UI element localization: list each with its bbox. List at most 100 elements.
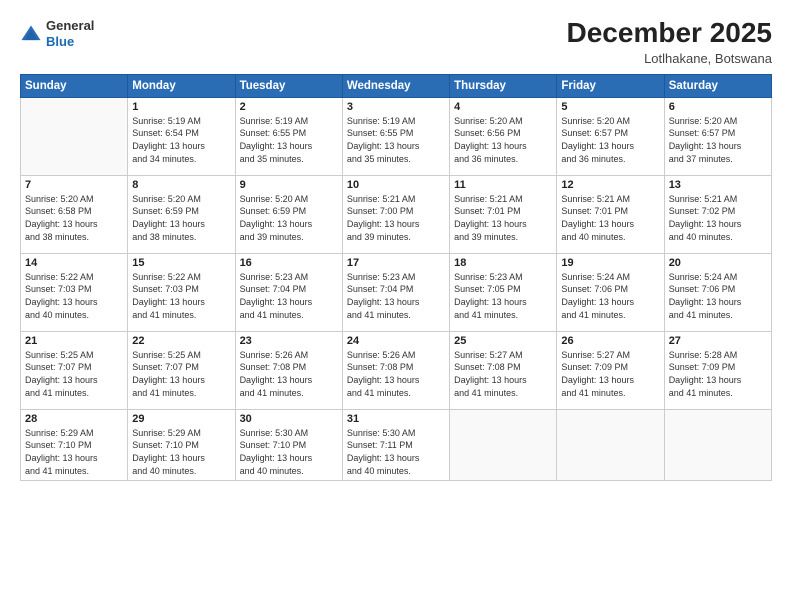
day-number: 24 (347, 335, 445, 347)
col-thursday: Thursday (450, 74, 557, 97)
col-sunday: Sunday (21, 74, 128, 97)
calendar-cell: 14 Sunrise: 5:22 AM Sunset: 7:03 PM Dayli… (21, 253, 128, 331)
day-number: 7 (25, 179, 123, 191)
calendar-cell: 7 Sunrise: 5:20 AM Sunset: 6:58 PM Daylig… (21, 175, 128, 253)
day-info: Sunrise: 5:26 AM Sunset: 7:08 PM Dayligh… (347, 349, 445, 399)
calendar-cell: 31 Sunrise: 5:30 AM Sunset: 7:11 PM Dayli… (342, 409, 449, 480)
day-number: 19 (561, 257, 659, 269)
calendar-cell: 17Sunrise: 5:23 AM Sunset: 7:04 PM Dayli… (342, 253, 449, 331)
calendar-cell: 15 Sunrise: 5:22 AM Sunset: 7:03 PM Dayli… (128, 253, 235, 331)
day-number: 15 (132, 257, 230, 269)
logo-icon (20, 24, 42, 46)
day-info: Sunrise: 5:22 AM Sunset: 7:03 PM Dayligh… (25, 271, 123, 321)
day-number: 31 (347, 413, 445, 425)
logo-blue: Blue (46, 34, 94, 50)
calendar-cell: 9 Sunrise: 5:20 AM Sunset: 6:59 PM Daylig… (235, 175, 342, 253)
day-info: Sunrise: 5:29 AM Sunset: 7:10 PM Dayligh… (25, 427, 123, 477)
day-info: Sunrise: 5:20 AM Sunset: 6:59 PM Dayligh… (240, 193, 338, 243)
calendar-cell: 26Sunrise: 5:27 AM Sunset: 7:09 PM Dayli… (557, 331, 664, 409)
day-info: Sunrise: 5:27 AM Sunset: 7:09 PM Dayligh… (561, 349, 659, 399)
header-row: Sunday Monday Tuesday Wednesday Thursday… (21, 74, 772, 97)
day-info: Sunrise: 5:19 AM Sunset: 6:54 PM Dayligh… (132, 115, 230, 165)
col-tuesday: Tuesday (235, 74, 342, 97)
calendar-cell: 19 Sunrise: 5:24 AM Sunset: 7:06 PM Dayli… (557, 253, 664, 331)
calendar-cell: 30Sunrise: 5:30 AM Sunset: 7:10 PM Dayli… (235, 409, 342, 480)
col-friday: Friday (557, 74, 664, 97)
day-info: Sunrise: 5:24 AM Sunset: 7:06 PM Dayligh… (561, 271, 659, 321)
day-number: 23 (240, 335, 338, 347)
calendar: Sunday Monday Tuesday Wednesday Thursday… (20, 74, 772, 481)
day-info: Sunrise: 5:20 AM Sunset: 6:58 PM Dayligh… (25, 193, 123, 243)
day-info: Sunrise: 5:20 AM Sunset: 6:56 PM Dayligh… (454, 115, 552, 165)
calendar-cell: 11 Sunrise: 5:21 AM Sunset: 7:01 PM Dayli… (450, 175, 557, 253)
day-info: Sunrise: 5:25 AM Sunset: 7:07 PM Dayligh… (25, 349, 123, 399)
day-number: 1 (132, 101, 230, 113)
day-info: Sunrise: 5:21 AM Sunset: 7:01 PM Dayligh… (454, 193, 552, 243)
day-info: Sunrise: 5:19 AM Sunset: 6:55 PM Dayligh… (347, 115, 445, 165)
day-info: Sunrise: 5:30 AM Sunset: 7:11 PM Dayligh… (347, 427, 445, 477)
week-row-3: 21 Sunrise: 5:25 AM Sunset: 7:07 PM Dayli… (21, 331, 772, 409)
day-info: Sunrise: 5:20 AM Sunset: 6:59 PM Dayligh… (132, 193, 230, 243)
month-title: December 2025 (567, 18, 772, 49)
calendar-cell: 22 Sunrise: 5:25 AM Sunset: 7:07 PM Dayli… (128, 331, 235, 409)
day-number: 11 (454, 179, 552, 191)
day-info: Sunrise: 5:20 AM Sunset: 6:57 PM Dayligh… (561, 115, 659, 165)
calendar-cell: 20Sunrise: 5:24 AM Sunset: 7:06 PM Dayli… (664, 253, 771, 331)
calendar-cell: 4 Sunrise: 5:20 AM Sunset: 6:56 PM Daylig… (450, 97, 557, 175)
day-info: Sunrise: 5:30 AM Sunset: 7:10 PM Dayligh… (240, 427, 338, 477)
calendar-cell: 8 Sunrise: 5:20 AM Sunset: 6:59 PM Daylig… (128, 175, 235, 253)
calendar-cell: 29 Sunrise: 5:29 AM Sunset: 7:10 PM Dayli… (128, 409, 235, 480)
day-info: Sunrise: 5:23 AM Sunset: 7:04 PM Dayligh… (347, 271, 445, 321)
col-wednesday: Wednesday (342, 74, 449, 97)
day-number: 29 (132, 413, 230, 425)
day-info: Sunrise: 5:19 AM Sunset: 6:55 PM Dayligh… (240, 115, 338, 165)
calendar-cell: 28 Sunrise: 5:29 AM Sunset: 7:10 PM Dayli… (21, 409, 128, 480)
col-monday: Monday (128, 74, 235, 97)
day-number: 12 (561, 179, 659, 191)
logo-general: General (46, 18, 94, 34)
day-info: Sunrise: 5:25 AM Sunset: 7:07 PM Dayligh… (132, 349, 230, 399)
day-number: 27 (669, 335, 767, 347)
calendar-cell: 3Sunrise: 5:19 AM Sunset: 6:55 PM Daylig… (342, 97, 449, 175)
day-info: Sunrise: 5:28 AM Sunset: 7:09 PM Dayligh… (669, 349, 767, 399)
calendar-cell: 10Sunrise: 5:21 AM Sunset: 7:00 PM Dayli… (342, 175, 449, 253)
day-info: Sunrise: 5:26 AM Sunset: 7:08 PM Dayligh… (240, 349, 338, 399)
day-info: Sunrise: 5:29 AM Sunset: 7:10 PM Dayligh… (132, 427, 230, 477)
day-number: 13 (669, 179, 767, 191)
title-block: December 2025 Lotlhakane, Botswana (567, 18, 772, 66)
day-number: 8 (132, 179, 230, 191)
day-info: Sunrise: 5:22 AM Sunset: 7:03 PM Dayligh… (132, 271, 230, 321)
day-number: 6 (669, 101, 767, 113)
day-info: Sunrise: 5:23 AM Sunset: 7:04 PM Dayligh… (240, 271, 338, 321)
day-number: 2 (240, 101, 338, 113)
week-row-4: 28 Sunrise: 5:29 AM Sunset: 7:10 PM Dayli… (21, 409, 772, 480)
day-number: 20 (669, 257, 767, 269)
day-number: 28 (25, 413, 123, 425)
col-saturday: Saturday (664, 74, 771, 97)
calendar-cell (21, 97, 128, 175)
calendar-cell: 16Sunrise: 5:23 AM Sunset: 7:04 PM Dayli… (235, 253, 342, 331)
calendar-cell: 6 Sunrise: 5:20 AM Sunset: 6:57 PM Daylig… (664, 97, 771, 175)
calendar-cell: 1 Sunrise: 5:19 AM Sunset: 6:54 PM Daylig… (128, 97, 235, 175)
calendar-cell: 2 Sunrise: 5:19 AM Sunset: 6:55 PM Daylig… (235, 97, 342, 175)
calendar-cell: 21 Sunrise: 5:25 AM Sunset: 7:07 PM Dayli… (21, 331, 128, 409)
day-number: 14 (25, 257, 123, 269)
week-row-0: 1 Sunrise: 5:19 AM Sunset: 6:54 PM Daylig… (21, 97, 772, 175)
day-number: 22 (132, 335, 230, 347)
day-info: Sunrise: 5:21 AM Sunset: 7:02 PM Dayligh… (669, 193, 767, 243)
page: General Blue December 2025 Lotlhakane, B… (0, 0, 792, 612)
calendar-cell: 27 Sunrise: 5:28 AM Sunset: 7:09 PM Dayli… (664, 331, 771, 409)
calendar-cell: 24 Sunrise: 5:26 AM Sunset: 7:08 PM Dayli… (342, 331, 449, 409)
location: Lotlhakane, Botswana (567, 51, 772, 66)
day-info: Sunrise: 5:20 AM Sunset: 6:57 PM Dayligh… (669, 115, 767, 165)
calendar-cell: 18Sunrise: 5:23 AM Sunset: 7:05 PM Dayli… (450, 253, 557, 331)
calendar-cell: 12Sunrise: 5:21 AM Sunset: 7:01 PM Dayli… (557, 175, 664, 253)
logo-text: General Blue (46, 18, 94, 49)
day-number: 4 (454, 101, 552, 113)
day-number: 21 (25, 335, 123, 347)
day-number: 18 (454, 257, 552, 269)
calendar-cell: 25Sunrise: 5:27 AM Sunset: 7:08 PM Dayli… (450, 331, 557, 409)
calendar-cell (664, 409, 771, 480)
calendar-cell: 5Sunrise: 5:20 AM Sunset: 6:57 PM Daylig… (557, 97, 664, 175)
day-number: 9 (240, 179, 338, 191)
